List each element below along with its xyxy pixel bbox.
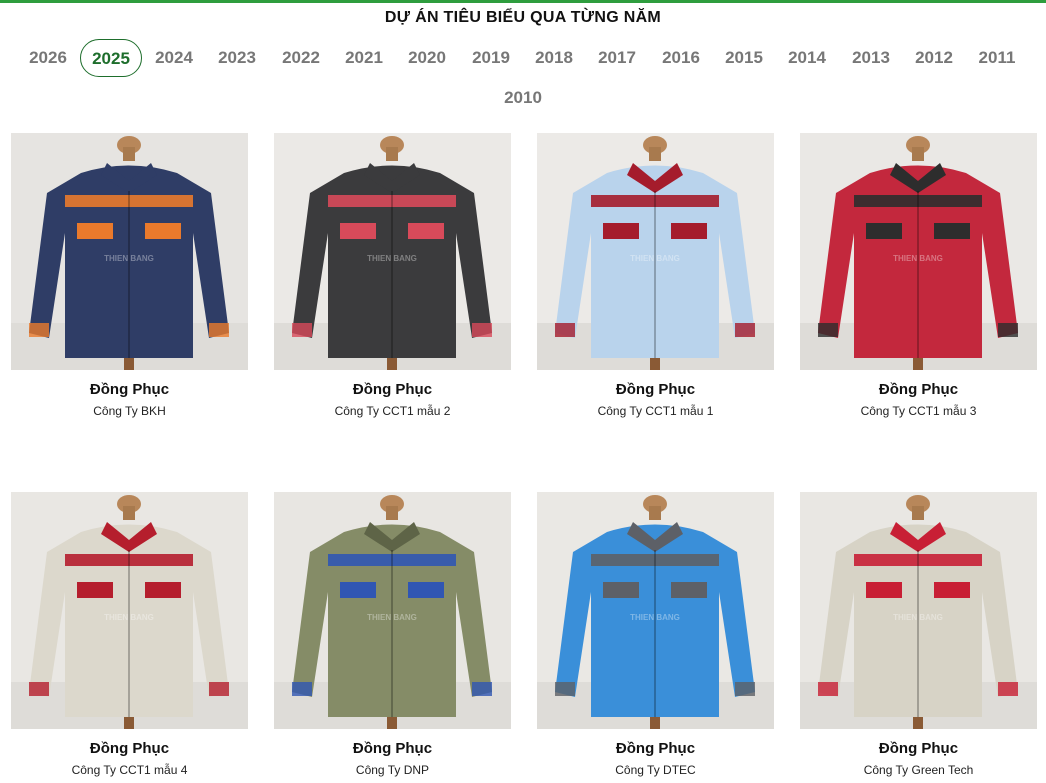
project-company: Công Ty Green Tech [863,763,974,777]
project-image[interactable]: THIEN BANG [800,133,1037,370]
year-tab-2018[interactable]: 2018 [523,39,585,77]
project-company: Công Ty DNP [355,763,430,777]
project-title[interactable]: Đồng Phục [11,740,248,757]
year-tab-2011[interactable]: 2011 [966,39,1028,77]
year-tab-2010[interactable]: 2010 [492,79,554,117]
year-tab-2015[interactable]: 2015 [713,39,775,77]
svg-text:THIEN BANG: THIEN BANG [104,613,154,622]
year-tab-2025[interactable]: 2025 [80,39,142,77]
project-company: Công Ty DTEC [615,763,696,777]
project-card[interactable]: THIEN BANG Đồng Phục Công Ty CCT1 mẫu 2 [274,133,511,418]
year-tab-2019[interactable]: 2019 [460,39,522,77]
project-company: Công Ty CCT1 mẫu 2 [334,404,451,418]
year-tab-2023[interactable]: 2023 [206,39,268,77]
project-card[interactable]: THIEN BANG Đồng Phục Công Ty CCT1 mẫu 1 [537,133,774,418]
project-image[interactable]: THIEN BANG [274,133,511,370]
project-image[interactable]: THIEN BANG [11,492,248,729]
year-tab-2026[interactable]: 2026 [17,39,79,77]
uniform-illustration: THIEN BANG [800,492,1037,729]
project-title[interactable]: Đồng Phục [274,740,511,757]
project-company: Công Ty CCT1 mẫu 4 [71,763,188,777]
project-card[interactable]: THIEN BANG Đồng Phục Công Ty Green Tech [800,492,1037,777]
uniform-illustration: THIEN BANG [537,492,774,729]
project-image[interactable]: THIEN BANG [537,133,774,370]
uniform-illustration: THIEN BANG [274,133,511,370]
project-title[interactable]: Đồng Phục [800,381,1037,398]
svg-text:THIEN BANG: THIEN BANG [630,254,680,263]
project-card[interactable]: THIEN BANG Đồng Phục Công Ty CCT1 mẫu 4 [11,492,248,777]
uniform-illustration: THIEN BANG [537,133,774,370]
year-tab-2016[interactable]: 2016 [650,39,712,77]
svg-text:THIEN BANG: THIEN BANG [104,254,154,263]
project-image[interactable]: THIEN BANG [537,492,774,729]
project-title[interactable]: Đồng Phục [274,381,511,398]
uniform-illustration: THIEN BANG [800,133,1037,370]
uniform-illustration: THIEN BANG [11,133,248,370]
svg-text:THIEN BANG: THIEN BANG [630,613,680,622]
project-title[interactable]: Đồng Phục [11,381,248,398]
year-tab-2012[interactable]: 2012 [903,39,965,77]
project-company: Công Ty CCT1 mẫu 1 [597,404,714,418]
uniform-illustration: THIEN BANG [274,492,511,729]
svg-text:THIEN BANG: THIEN BANG [893,613,943,622]
project-card[interactable]: THIEN BANG Đồng Phục Công Ty BKH [11,133,248,418]
year-tab-2022[interactable]: 2022 [270,39,332,77]
project-card[interactable]: THIEN BANG Đồng Phục Công Ty DNP [274,492,511,777]
svg-text:THIEN BANG: THIEN BANG [367,254,417,263]
year-tab-2013[interactable]: 2013 [840,39,902,77]
uniform-illustration: THIEN BANG [11,492,248,729]
top-accent-line [0,0,1046,3]
year-tab-2017[interactable]: 2017 [586,39,648,77]
project-title[interactable]: Đồng Phục [537,740,774,757]
project-title[interactable]: Đồng Phục [800,740,1037,757]
project-image[interactable]: THIEN BANG [11,133,248,370]
section-title: DỰ ÁN TIÊU BIỂU QUA TỪNG NĂM [384,9,662,26]
year-tab-2021[interactable]: 2021 [333,39,395,77]
svg-text:THIEN BANG: THIEN BANG [893,254,943,263]
year-tab-2020[interactable]: 2020 [396,39,458,77]
project-card[interactable]: THIEN BANG Đồng Phục Công Ty DTEC [537,492,774,777]
year-tab-2024[interactable]: 2024 [143,39,205,77]
project-image[interactable]: THIEN BANG [800,492,1037,729]
project-image[interactable]: THIEN BANG [274,492,511,729]
year-filter-tabs: 2026 2025 2024 2023 2022 2021 2020 2019 2018 2017… [0,38,1046,118]
project-title[interactable]: Đồng Phục [537,381,774,398]
svg-text:THIEN BANG: THIEN BANG [367,613,417,622]
project-company: Công Ty CCT1 mẫu 3 [860,404,977,418]
project-company: Công Ty BKH [93,404,166,418]
year-tab-2014[interactable]: 2014 [776,39,838,77]
project-card[interactable]: THIEN BANG Đồng Phục Công Ty CCT1 mẫu 3 [800,133,1037,418]
